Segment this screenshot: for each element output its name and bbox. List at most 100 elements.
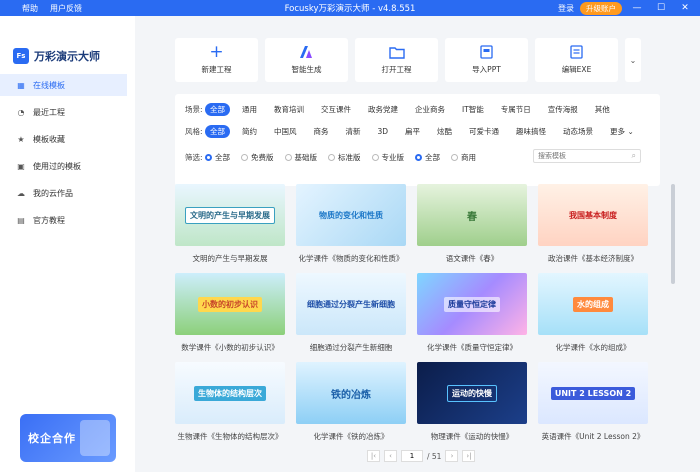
usage-radio[interactable]: 商用 bbox=[451, 152, 476, 163]
tool-label: 编辑EXE bbox=[561, 65, 592, 74]
scene-chip[interactable]: 宣传海报 bbox=[543, 103, 583, 116]
template-thumbnail: 春 bbox=[417, 184, 527, 246]
grid-scrollbar[interactable] bbox=[671, 184, 675, 284]
sidebar-item-tutorials[interactable]: ▤ 官方教程 bbox=[0, 209, 127, 231]
search-icon[interactable]: ⌕ bbox=[632, 151, 636, 161]
template-card[interactable]: 水的组成 化学课件《水的组成》 bbox=[538, 273, 648, 353]
sidebar-item-label: 官方教程 bbox=[33, 215, 65, 225]
template-card[interactable]: 生物体的结构层次 生物课件《生物体的结构层次》 bbox=[175, 362, 285, 442]
template-caption: 生物课件《生物体的结构层次》 bbox=[177, 432, 283, 441]
style-chip[interactable]: 3D bbox=[373, 126, 394, 137]
menu-help[interactable]: 帮助 bbox=[22, 3, 38, 14]
ai-generate-button[interactable]: 智能生成 bbox=[265, 38, 348, 82]
minimize-icon[interactable]: — bbox=[628, 3, 646, 13]
scene-chip[interactable]: IT智能 bbox=[457, 103, 489, 116]
template-card[interactable]: 小数的初步认识 数学课件《小数的初步认识》 bbox=[175, 273, 285, 353]
menu-feedback[interactable]: 用户反馈 bbox=[50, 3, 82, 14]
style-chip[interactable]: 炫酷 bbox=[432, 125, 457, 138]
template-caption: 政治课件《基本经济制度》 bbox=[548, 254, 638, 263]
maximize-icon[interactable]: ☐ bbox=[652, 3, 670, 13]
version-radio[interactable]: 专业版 bbox=[371, 152, 404, 163]
style-chip[interactable]: 全部 bbox=[205, 124, 230, 138]
scene-chip[interactable]: 教育培训 bbox=[269, 103, 309, 116]
filter-panel: 场景: 全部 通用 教育培训 交互课件 政务党建 企业商务 IT智能 专属节日 … bbox=[175, 94, 660, 186]
template-caption: 细胞通过分裂产生新细胞 bbox=[309, 343, 393, 352]
logo-badge-icon: Fs bbox=[13, 48, 29, 64]
template-card[interactable]: 铁的冶炼 化学课件《铁的冶炼》 bbox=[296, 362, 406, 442]
style-more-button[interactable]: 更多 ⌄ bbox=[605, 125, 639, 138]
style-chip[interactable]: 清新 bbox=[341, 125, 366, 138]
import-ppt-button[interactable]: 导入PPT bbox=[445, 38, 528, 82]
scene-chip[interactable]: 其他 bbox=[590, 103, 615, 116]
thumb-text: 春 bbox=[467, 211, 477, 223]
open-project-button[interactable]: 打开工程 bbox=[355, 38, 438, 82]
sidebar-item-favorites[interactable]: ★ 模板收藏 bbox=[0, 128, 127, 150]
thumb-text: 水的组成 bbox=[573, 296, 613, 312]
radio-label: 基础版 bbox=[294, 152, 318, 162]
template-caption: 数学课件《小数的初步认识》 bbox=[181, 343, 279, 352]
scene-chip[interactable]: 通用 bbox=[237, 103, 262, 116]
radio-dot bbox=[415, 153, 422, 161]
login-button[interactable]: 登录 bbox=[558, 3, 574, 14]
clock-icon: ◔ bbox=[17, 107, 25, 117]
template-card[interactable]: 运动的快慢 物理课件《运动的快慢》 bbox=[417, 362, 527, 442]
template-thumbnail: 水的组成 bbox=[538, 273, 648, 335]
promo-banner[interactable]: 校企合作 bbox=[20, 414, 116, 462]
first-page-icon[interactable]: |‹ bbox=[367, 450, 380, 462]
version-radio[interactable]: 全部 bbox=[205, 152, 230, 163]
page-total: / 51 bbox=[427, 451, 442, 461]
sidebar-item-label: 我的云作品 bbox=[33, 188, 73, 198]
plus-icon: + bbox=[209, 42, 224, 62]
style-chip[interactable]: 扁平 bbox=[400, 125, 425, 138]
page-number-input[interactable] bbox=[401, 450, 423, 462]
template-card[interactable]: 春 语文课件《春》 bbox=[417, 184, 527, 264]
style-chip[interactable]: 简约 bbox=[237, 125, 262, 138]
thumb-text: 细胞通过分裂产生新细胞 bbox=[307, 299, 395, 309]
style-filter-row: 风格: 全部 简约 中国风 商务 清新 3D 扁平 炫酷 可爱卡通 趣味搞怪 动… bbox=[175, 124, 646, 138]
edit-exe-button[interactable]: 编辑EXE bbox=[535, 38, 618, 82]
search-input[interactable] bbox=[538, 152, 618, 160]
scene-chip[interactable]: 全部 bbox=[205, 102, 230, 116]
scene-chip[interactable]: 专属节日 bbox=[496, 103, 536, 116]
sidebar-item-used-templates[interactable]: ▣ 使用过的模板 bbox=[0, 155, 127, 177]
template-card[interactable]: 细胞通过分裂产生新细胞 细胞通过分裂产生新细胞 bbox=[296, 273, 406, 353]
thumb-text: 铁的冶炼 bbox=[331, 389, 371, 401]
template-card[interactable]: UNIT 2 LESSON 2 英语课件《Unit 2 Lesson 2》 bbox=[538, 362, 648, 442]
template-card[interactable]: 质量守恒定律 化学课件《质量守恒定律》 bbox=[417, 273, 527, 353]
tutorial-icon: ▤ bbox=[17, 215, 25, 225]
sidebar-item-online-templates[interactable]: ▦ 在线模板 bbox=[0, 74, 127, 96]
sidebar-nav: ▦ 在线模板 ◔ 最近工程 ★ 模板收藏 ▣ 使用过的模板 ☁ 我的云作品 ▤ … bbox=[0, 74, 135, 231]
version-radio[interactable]: 免费版 bbox=[241, 152, 274, 163]
usage-radio[interactable]: 全部 bbox=[415, 152, 440, 163]
template-card[interactable]: 我国基本制度 政治课件《基本经济制度》 bbox=[538, 184, 648, 264]
version-radio[interactable]: 基础版 bbox=[284, 152, 318, 163]
sidebar-item-cloud-works[interactable]: ☁ 我的云作品 bbox=[0, 182, 127, 204]
tool-label: 智能生成 bbox=[291, 65, 322, 74]
scene-chip[interactable]: 交互课件 bbox=[316, 103, 356, 116]
sidebar-item-recent-projects[interactable]: ◔ 最近工程 bbox=[0, 101, 127, 123]
template-thumbnail: 生物体的结构层次 bbox=[175, 362, 285, 424]
scene-chip[interactable]: 企业商务 bbox=[410, 103, 450, 116]
version-radio[interactable]: 标准版 bbox=[328, 152, 361, 163]
style-chip[interactable]: 商务 bbox=[309, 125, 334, 138]
next-page-icon[interactable]: › bbox=[445, 450, 459, 462]
template-card[interactable]: 文明的产生与早期发展 文明的产生与早期发展 bbox=[175, 184, 285, 264]
prev-page-icon[interactable]: ‹ bbox=[384, 450, 397, 462]
style-chip[interactable]: 动态场景 bbox=[558, 125, 598, 138]
thumb-text: 运动的快慢 bbox=[447, 384, 497, 402]
template-caption: 化学课件《铁的冶炼》 bbox=[313, 432, 389, 441]
template-thumbnail: UNIT 2 LESSON 2 bbox=[538, 362, 648, 424]
last-page-icon[interactable]: ›| bbox=[462, 450, 476, 462]
radio-dot bbox=[205, 153, 212, 161]
toolbar-more-chevron-icon[interactable]: ⌄ bbox=[625, 38, 641, 82]
scene-chip[interactable]: 政务党建 bbox=[363, 103, 403, 116]
exe-icon bbox=[570, 45, 583, 59]
template-card[interactable]: 物质的变化和性质 化学课件《物质的变化和性质》 bbox=[296, 184, 406, 264]
close-icon[interactable]: ✕ bbox=[676, 3, 694, 13]
upgrade-button[interactable]: 升级账户 bbox=[580, 1, 622, 15]
radio-label: 商用 bbox=[461, 152, 476, 162]
style-chip[interactable]: 可爱卡通 bbox=[464, 125, 504, 138]
style-chip[interactable]: 中国风 bbox=[269, 125, 302, 138]
new-project-button[interactable]: + 新建工程 bbox=[175, 38, 258, 82]
style-chip[interactable]: 趣味搞怪 bbox=[511, 125, 551, 138]
